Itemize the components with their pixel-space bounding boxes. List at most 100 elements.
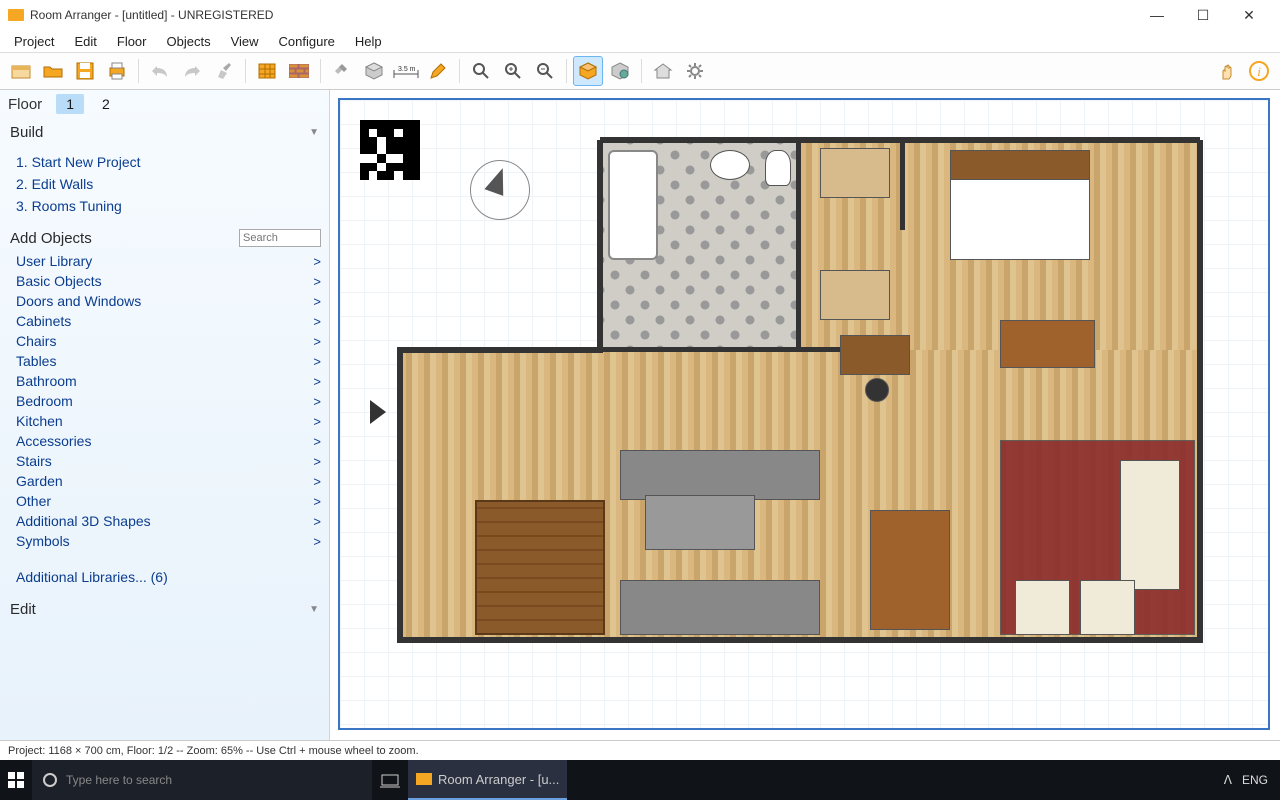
zoom-button[interactable]: [466, 56, 496, 86]
redo-button[interactable]: [177, 56, 207, 86]
category-tables[interactable]: Tables>: [16, 351, 321, 371]
toolbar: 3.5 m i: [0, 52, 1280, 90]
entry-arrow-icon: [370, 400, 386, 424]
floor-plan: [580, 140, 1200, 640]
chevron-down-icon: ▼: [309, 127, 319, 138]
add-objects-label: Add Objects: [10, 230, 92, 247]
cortana-icon: [42, 772, 58, 788]
tray-lang[interactable]: ENG: [1242, 773, 1268, 787]
additional-libraries-link[interactable]: Additional Libraries... (6): [16, 569, 168, 585]
chevron-down-icon: ▼: [309, 604, 319, 615]
home-3d-button[interactable]: [648, 56, 678, 86]
category-user-library[interactable]: User Library>: [16, 251, 321, 271]
category-garden[interactable]: Garden>: [16, 471, 321, 491]
desk[interactable]: [1000, 320, 1095, 368]
menu-view[interactable]: View: [223, 32, 267, 51]
qr-code: [360, 120, 420, 180]
sink[interactable]: [710, 150, 750, 180]
sofa[interactable]: [1120, 460, 1180, 590]
cabinet[interactable]: [840, 335, 910, 375]
pan-3d-button[interactable]: [605, 56, 635, 86]
category-symbols[interactable]: Symbols>: [16, 531, 321, 551]
window-title: Room Arranger - [untitled] - UNREGISTERE…: [30, 8, 273, 22]
armchair-2[interactable]: [1080, 580, 1135, 635]
menu-configure[interactable]: Configure: [271, 32, 343, 51]
menu-objects[interactable]: Objects: [159, 32, 219, 51]
kitchen-island[interactable]: [620, 450, 820, 500]
taskbar-search[interactable]: Type here to search: [32, 760, 372, 800]
menu-project[interactable]: Project: [6, 32, 62, 51]
chair[interactable]: [865, 378, 889, 402]
category-bedroom[interactable]: Bedroom>: [16, 391, 321, 411]
undo-button[interactable]: [145, 56, 175, 86]
headboard[interactable]: [950, 150, 1090, 180]
print-button[interactable]: [102, 56, 132, 86]
new-project-button[interactable]: [6, 56, 36, 86]
wardrobe-2[interactable]: [820, 270, 890, 320]
settings-gear-button[interactable]: [680, 56, 710, 86]
edit-header[interactable]: Edit ▼: [0, 595, 329, 624]
open-button[interactable]: [38, 56, 68, 86]
build-edit-walls[interactable]: 2. Edit Walls: [16, 173, 319, 195]
canvas-area[interactable]: [330, 90, 1280, 740]
dining-table[interactable]: [870, 510, 950, 630]
minimize-button[interactable]: —: [1134, 0, 1180, 30]
start-button[interactable]: [0, 760, 32, 800]
tray-chevron-icon[interactable]: ᐱ: [1224, 773, 1232, 787]
category-kitchen[interactable]: Kitchen>: [16, 411, 321, 431]
brush-button[interactable]: [209, 56, 239, 86]
category-chairs[interactable]: Chairs>: [16, 331, 321, 351]
category-bathroom[interactable]: Bathroom>: [16, 371, 321, 391]
compass-icon: [470, 160, 530, 220]
toilet[interactable]: [765, 150, 791, 186]
menu-floor[interactable]: Floor: [109, 32, 155, 51]
zoom-in-button[interactable]: [498, 56, 528, 86]
build-rooms-tuning[interactable]: 3. Rooms Tuning: [16, 195, 319, 217]
wardrobe-1[interactable]: [820, 148, 890, 198]
status-text: Project: 1168 × 700 cm, Floor: 1/2 -- Zo…: [8, 745, 419, 757]
object-3d-button[interactable]: [359, 56, 389, 86]
menu-edit[interactable]: Edit: [66, 32, 104, 51]
kitchen-sink[interactable]: [645, 495, 755, 550]
kitchen-counter[interactable]: [620, 580, 820, 635]
maximize-button[interactable]: ☐: [1180, 0, 1226, 30]
category-accessories[interactable]: Accessories>: [16, 431, 321, 451]
save-button[interactable]: [70, 56, 100, 86]
armchair-1[interactable]: [1015, 580, 1070, 635]
zoom-out-button[interactable]: [530, 56, 560, 86]
grid-button[interactable]: [252, 56, 282, 86]
category-cabinets[interactable]: Cabinets>: [16, 311, 321, 331]
menubar: Project Edit Floor Objects View Configur…: [0, 30, 1280, 52]
bathtub[interactable]: [608, 150, 658, 260]
hand-icon[interactable]: [1212, 56, 1242, 86]
category-stairs[interactable]: Stairs>: [16, 451, 321, 471]
category-other[interactable]: Other>: [16, 491, 321, 511]
measure-button[interactable]: 3.5 m: [391, 56, 421, 86]
floor-tab-1[interactable]: 1: [56, 94, 84, 114]
build-header[interactable]: Build ▼: [0, 118, 329, 147]
taskbar-app-room-arranger[interactable]: Room Arranger - [u...: [408, 760, 567, 800]
pencil-button[interactable]: [423, 56, 453, 86]
build-start-new[interactable]: 1. Start New Project: [16, 151, 319, 173]
category-additional-3d-shapes[interactable]: Additional 3D Shapes>: [16, 511, 321, 531]
statusbar: Project: 1168 × 700 cm, Floor: 1/2 -- Zo…: [0, 740, 1280, 760]
svg-text:i: i: [1257, 64, 1261, 79]
floor-label: Floor: [8, 96, 42, 113]
titlebar: Room Arranger - [untitled] - UNREGISTERE…: [0, 0, 1280, 30]
stairs[interactable]: [475, 500, 605, 635]
task-view-button[interactable]: [372, 760, 408, 800]
snap-button[interactable]: [327, 56, 357, 86]
floor-plan-canvas[interactable]: [338, 98, 1270, 730]
floor-tab-2[interactable]: 2: [92, 94, 120, 114]
taskbar: Type here to search Room Arranger - [u..…: [0, 760, 1280, 800]
close-button[interactable]: ✕: [1226, 0, 1272, 30]
category-basic-objects[interactable]: Basic Objects>: [16, 271, 321, 291]
svg-text:3.5 m: 3.5 m: [398, 66, 416, 73]
category-doors-and-windows[interactable]: Doors and Windows>: [16, 291, 321, 311]
view-3d-button[interactable]: [573, 56, 603, 86]
menu-help[interactable]: Help: [347, 32, 390, 51]
info-icon[interactable]: i: [1244, 56, 1274, 86]
app-icon: [8, 9, 24, 21]
walls-button[interactable]: [284, 56, 314, 86]
search-input[interactable]: [239, 229, 321, 247]
